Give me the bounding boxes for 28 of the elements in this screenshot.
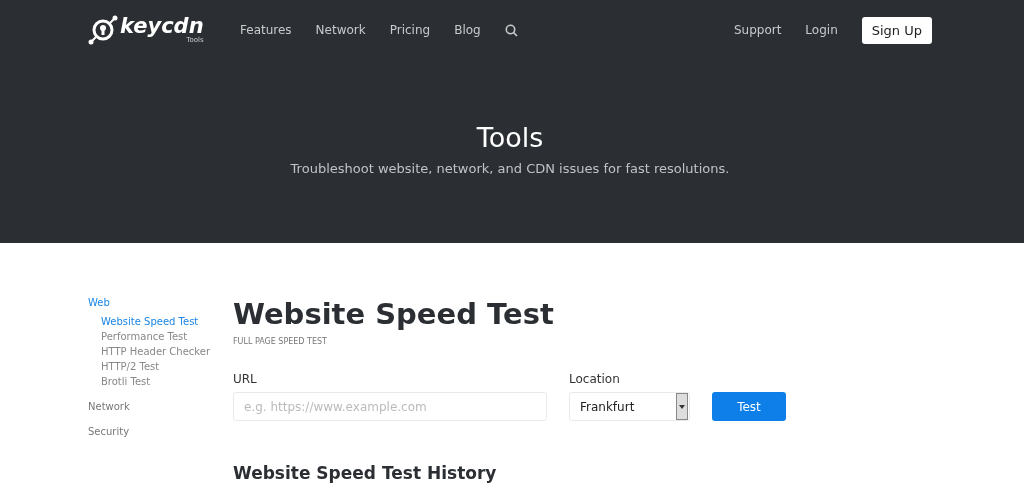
nav-link[interactable]: Features — [240, 23, 292, 37]
sidebar-category[interactable]: Web — [88, 297, 233, 308]
nav-link[interactable]: Pricing — [389, 23, 431, 37]
nav-link[interactable]: Network — [315, 23, 366, 37]
logo-text[interactable]: keycdn — [120, 16, 204, 37]
sidebar-item[interactable]: HTTP/2 Test — [101, 361, 233, 372]
sidebar-item[interactable]: HTTP Header Checker — [101, 346, 233, 357]
search-icon[interactable] — [504, 23, 518, 37]
hero-subtitle: Troubleshoot website, network, and CDN issues for fast resolutions. — [290, 161, 730, 176]
location-select[interactable]: Frankfurt — [569, 392, 690, 421]
hero-title: Tools — [476, 122, 544, 153]
sidebar-category[interactable]: Security — [88, 426, 233, 437]
location-label: Location — [569, 372, 621, 386]
logo-icon — [88, 15, 118, 45]
url-field[interactable]: e.g. https://www.example.com — [233, 392, 547, 421]
url-label: URL — [233, 372, 258, 386]
sidebar-category[interactable]: Network — [88, 401, 233, 412]
sidebar-item[interactable]: Performance Test — [101, 331, 233, 342]
page-subtitle: FULL PAGE SPEED TEST — [233, 337, 328, 346]
nav-link[interactable]: Support — [733, 23, 782, 37]
test-button[interactable]: Test — [712, 392, 786, 421]
nav-link[interactable]: Blog — [454, 23, 481, 37]
sidebar-item[interactable]: Brotli Test — [101, 376, 233, 387]
page-title: Website Speed Test — [233, 297, 555, 331]
nav-link[interactable]: Login — [805, 23, 838, 37]
sign-up-button[interactable]: Sign Up — [861, 16, 932, 44]
sidebar-item[interactable]: Website Speed Test — [101, 316, 233, 327]
section-title: Website Speed Test History — [233, 463, 498, 483]
